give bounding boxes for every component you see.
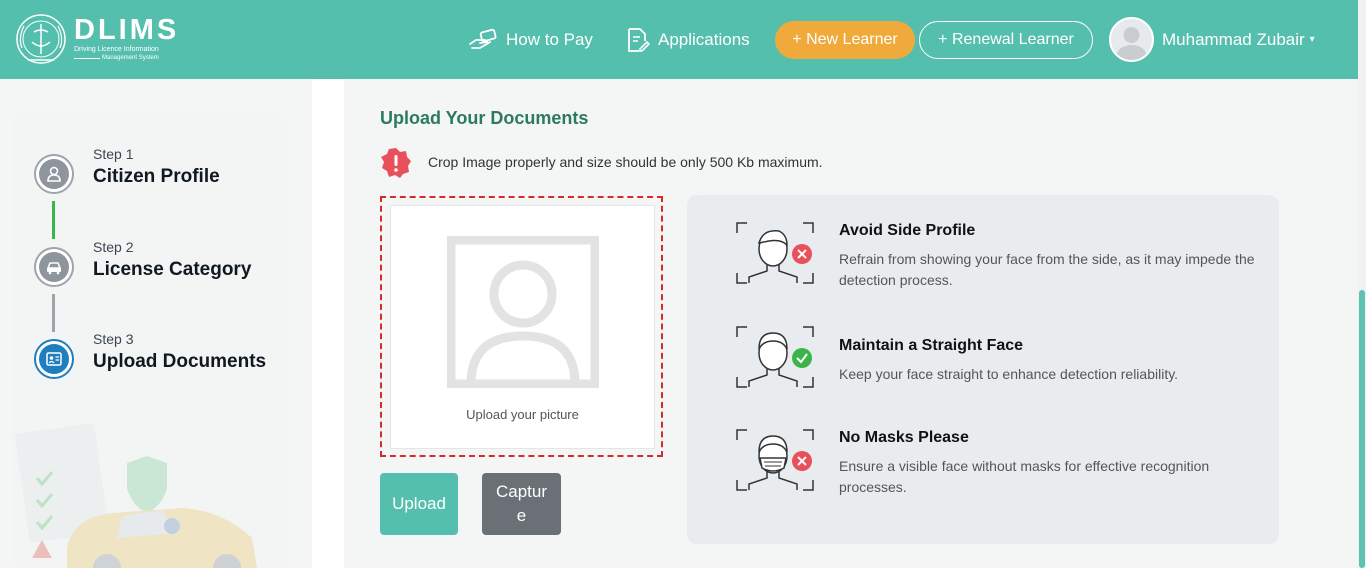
photo-preview: Upload your picture [390, 205, 655, 449]
photo-guidelines-panel: Avoid Side Profile Refrain from showing … [687, 195, 1279, 544]
side-profile-face-icon [736, 222, 814, 284]
document-edit-icon [628, 28, 650, 52]
nav-how-to-pay[interactable]: How to Pay [468, 22, 593, 58]
new-learner-button[interactable]: + New Learner [775, 21, 915, 59]
step-connector [52, 201, 55, 239]
avatar [1109, 17, 1154, 62]
step-label: Step 2 [93, 239, 134, 255]
user-menu[interactable]: Muhammad Zubair ▾ [1109, 17, 1315, 62]
id-card-icon [46, 352, 62, 366]
user-avatar-icon [1115, 27, 1148, 60]
nav-applications-label: Applications [658, 30, 750, 49]
logo-divider [74, 58, 100, 59]
step-upload-documents[interactable]: Step 3 Upload Documents [34, 331, 267, 379]
step-1-indicator [34, 154, 74, 194]
step-connector [52, 294, 55, 332]
payment-hand-icon [469, 28, 497, 49]
page-title: Upload Your Documents [380, 108, 589, 128]
dlims-logo[interactable]: DLIMS Driving Licence Information Manage… [14, 12, 184, 68]
logo-subtitle: Driving Licence Information [74, 46, 159, 53]
upload-placeholder-label: Upload your picture [466, 407, 579, 422]
logo-title: DLIMS [74, 14, 180, 46]
step-title: Upload Documents [93, 351, 267, 372]
user-placeholder-icon [447, 236, 599, 388]
step-citizen-profile[interactable]: Step 1 Citizen Profile [34, 146, 220, 194]
user-name: Muhammad Zubair [1162, 29, 1305, 49]
caret-down-icon: ▾ [1309, 34, 1315, 45]
emblem-icon [16, 14, 66, 64]
guideline-title: Maintain a Straight Face [839, 337, 1024, 354]
capture-button[interactable]: Capture [482, 473, 561, 535]
user-icon [47, 166, 61, 182]
guideline-title: Avoid Side Profile [839, 222, 976, 239]
step-title: Citizen Profile [93, 166, 220, 187]
guideline-description: Refrain from showing your face from the … [839, 251, 1255, 288]
photo-dropzone[interactable]: Upload your picture [380, 196, 663, 457]
masked-face-icon [736, 429, 814, 491]
car-icon [46, 262, 62, 275]
step-license-category[interactable]: Step 2 License Category [34, 239, 252, 287]
logo-subtitle-2: Management System [102, 55, 159, 61]
steps-panel: Step 1 Citizen Profile Step 2 License Ca… [12, 108, 287, 568]
renewal-learner-button[interactable]: + Renewal Learner [919, 21, 1093, 59]
size-warning: Crop Image properly and size should be o… [428, 154, 823, 170]
driving-illustration [15, 423, 257, 568]
guideline-title: No Masks Please [839, 429, 969, 446]
warning-badge-icon [381, 148, 411, 178]
straight-face-icon [736, 326, 814, 388]
scrollbar-thumb[interactable] [1359, 290, 1365, 568]
step-2-indicator [34, 247, 74, 287]
upload-button[interactable]: Upload [380, 473, 458, 535]
top-header: DLIMS Driving Licence Information Manage… [0, 0, 1358, 79]
guideline-description: Ensure a visible face without masks for … [839, 458, 1210, 495]
guideline-description: Keep your face straight to enhance detec… [839, 366, 1179, 382]
nav-how-to-pay-label: How to Pay [506, 30, 593, 49]
step-title: License Category [93, 259, 252, 280]
step-label: Step 3 [93, 331, 134, 347]
step-label: Step 1 [93, 146, 134, 162]
step-3-indicator [34, 339, 74, 379]
nav-applications[interactable]: Applications [626, 22, 750, 58]
